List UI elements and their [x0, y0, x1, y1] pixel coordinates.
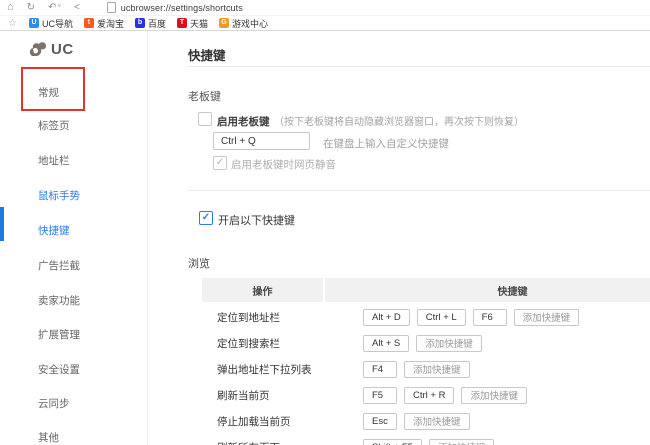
- shortcut-cell: F5 Ctrl + R 添加快捷键: [338, 386, 650, 404]
- sidebar-item-extensions[interactable]: 扩展管理: [38, 327, 80, 342]
- uc-logo-text: UC: [51, 40, 74, 58]
- enable-boss-key-row: 启用老板键 （按下老板键将自动隐藏浏览器窗口，再次按下则恢复）: [217, 112, 524, 130]
- action-label: 刷新当前页: [217, 389, 270, 402]
- add-shortcut-button[interactable]: 添加快捷键: [404, 360, 470, 378]
- uc-nav-favicon-icon: U: [28, 18, 39, 28]
- baidu-favicon-icon: b: [134, 18, 145, 28]
- add-shortcut-button[interactable]: 添加快捷键: [428, 438, 495, 445]
- tmall-favicon-icon: T: [177, 18, 187, 28]
- add-shortcut-button[interactable]: 添加快捷键: [513, 308, 580, 326]
- add-shortcut-button[interactable]: 添加快捷键: [416, 334, 482, 352]
- action-label: 弹出地址栏下拉列表: [217, 363, 312, 376]
- bookmark-label: 天猫: [190, 18, 209, 29]
- shortcut-key-field[interactable]: F6: [472, 308, 507, 326]
- sidebar-item-ad-block[interactable]: 广告拦截: [38, 258, 80, 273]
- page-title: 快捷键: [188, 49, 226, 63]
- action-label: 定位到搜索栏: [217, 337, 280, 350]
- bookmark-label: UC导航: [41, 18, 73, 29]
- shortcuts-table-body: 定位到地址栏 Alt + D Ctrl + L F6 添加快捷键 定位到搜索栏 Alt + …: [202, 304, 650, 445]
- column-header-action: 操作: [202, 278, 323, 302]
- table-row: 弹出地址栏下拉列表 F4 添加快捷键: [202, 356, 650, 382]
- bookmarks-list: U UC导航 t 爱淘宝 b 百度 T 天猫 G 游戏中心: [28, 17, 268, 30]
- game-center-favicon-icon: G: [219, 18, 230, 28]
- table-row: 定位到搜索栏 Alt + S 添加快捷键: [202, 330, 650, 356]
- enable-boss-key-checkbox[interactable]: [198, 112, 212, 126]
- shortcut-cell: Alt + D Ctrl + L F6 添加快捷键: [338, 308, 650, 326]
- enable-boss-key-hint: （按下老板键将自动隐藏浏览器窗口，再次按下则恢复）: [273, 117, 524, 128]
- favorites-star-icon[interactable]: ☆: [8, 18, 17, 29]
- bookmarks-bar: ☆ U UC导航 t 爱淘宝 b 百度 T 天猫 G 游戏中心: [0, 16, 650, 31]
- section-divider: [188, 190, 650, 191]
- bookmark-aitaobao[interactable]: t 爱淘宝: [83, 17, 124, 30]
- settings-content: 快捷键 老板键 启用老板键 （按下老板键将自动隐藏浏览器窗口，再次按下则恢复） …: [148, 31, 650, 445]
- uc-squirrel-icon: [29, 42, 46, 56]
- sidebar-item-mouse-gestures[interactable]: 鼠标手势: [38, 188, 80, 203]
- shortcut-cell: Esc 添加快捷键: [338, 412, 650, 430]
- undo-dropdown-icon[interactable]: ↶˅: [48, 0, 61, 15]
- add-shortcut-button[interactable]: 添加快捷键: [404, 412, 470, 430]
- action-label: 刷新所有页面: [202, 440, 338, 445]
- table-row: 停止加载当前页 Esc 添加快捷键: [202, 408, 650, 434]
- url-text[interactable]: ucbrowser://settings/shortcuts: [121, 3, 243, 13]
- active-indicator: [0, 207, 4, 241]
- shortcut-key-field[interactable]: Alt + D: [363, 308, 410, 326]
- sidebar-item-seller-tools[interactable]: 卖家功能: [38, 293, 80, 308]
- shortcut-cell: F4 添加快捷键: [338, 360, 650, 378]
- shortcut-cell: Alt + S 添加快捷键: [338, 334, 650, 352]
- bookmark-baidu[interactable]: b 百度: [134, 17, 166, 30]
- enable-shortcuts-label: 开启以下快捷键: [218, 215, 295, 227]
- bookmark-label: 百度: [147, 18, 166, 29]
- boss-key-input-hint: 在键盘上输入自定义快捷键: [323, 138, 449, 150]
- aitaobao-favicon-icon: t: [83, 18, 94, 28]
- settings-sidebar: UC 常规 标签页 地址栏 鼠标手势 快捷键 广告拦截 卖家功能 扩展管理 安全设置 云同步 其他: [0, 31, 148, 445]
- shortcuts-table: 操作 快捷键 定位到地址栏 Alt + D Ctrl + L F6 添加快捷键 定位到搜索…: [202, 278, 650, 445]
- home-icon[interactable]: ⌂: [7, 0, 14, 15]
- sidebar-item-tabs[interactable]: 标签页: [38, 118, 70, 133]
- enable-shortcuts-checkbox[interactable]: ✓: [199, 211, 213, 225]
- browser-window: ⌂ ↻ ↶˅ < ucbrowser://settings/shortcuts …: [0, 0, 650, 445]
- column-header-shortcut: 快捷键: [325, 278, 650, 302]
- bookmark-uc-nav[interactable]: U UC导航: [28, 17, 73, 30]
- bookmark-tmall[interactable]: T 天猫: [177, 17, 208, 30]
- bookmark-game-center[interactable]: G 游戏中心: [219, 17, 268, 30]
- boss-key-input[interactable]: [213, 132, 310, 150]
- back-icon[interactable]: <: [74, 0, 80, 15]
- bookmark-label: 游戏中心: [232, 18, 269, 29]
- shortcut-key-field[interactable]: F5: [363, 386, 397, 404]
- address-bar: ⌂ ↻ ↶˅ < ucbrowser://settings/shortcuts: [0, 0, 650, 16]
- shortcut-key-field[interactable]: Ctrl + L: [416, 308, 466, 326]
- sidebar-item-cloud-sync[interactable]: 云同步: [38, 396, 70, 411]
- title-divider: [188, 66, 650, 67]
- shortcuts-table-header: 操作 快捷键: [202, 278, 650, 302]
- mute-checkbox[interactable]: ✓: [213, 156, 227, 170]
- page-icon: [106, 2, 116, 13]
- enable-boss-key-label: 启用老板键: [217, 116, 270, 128]
- table-row: 刷新当前页 F5 Ctrl + R 添加快捷键: [202, 382, 650, 408]
- shortcut-key-field[interactable]: Alt + S: [363, 334, 410, 352]
- shortcut-cell: Shift + F5 添加快捷键: [338, 438, 650, 445]
- shortcut-key-field[interactable]: Esc: [363, 412, 397, 430]
- bookmark-label: 爱淘宝: [96, 18, 124, 29]
- mute-label: 启用老板键时网页静音: [231, 159, 336, 171]
- shortcut-key-field[interactable]: Shift + F5: [363, 438, 422, 445]
- sidebar-item-security[interactable]: 安全设置: [38, 362, 80, 377]
- table-row: 定位到地址栏 Alt + D Ctrl + L F6 添加快捷键: [202, 304, 650, 330]
- sidebar-item-address-bar[interactable]: 地址栏: [38, 153, 70, 168]
- refresh-icon[interactable]: ↻: [27, 0, 35, 15]
- sidebar-item-shortcuts[interactable]: 快捷键: [38, 223, 70, 238]
- table-row: 刷新所有页面 Shift + F5 添加快捷键: [202, 434, 650, 445]
- sidebar-item-others[interactable]: 其他: [38, 430, 59, 445]
- boss-key-section-title: 老板键: [188, 91, 221, 103]
- add-shortcut-button[interactable]: 添加快捷键: [461, 386, 527, 404]
- browse-section-title: 浏览: [188, 258, 210, 270]
- shortcut-key-field[interactable]: Ctrl + R: [404, 386, 455, 404]
- annotation-box: [21, 67, 85, 111]
- uc-logo: UC: [28, 40, 74, 58]
- action-label: 定位到地址栏: [217, 311, 280, 324]
- shortcut-key-field[interactable]: F4: [363, 360, 397, 378]
- action-label: 停止加载当前页: [217, 415, 291, 428]
